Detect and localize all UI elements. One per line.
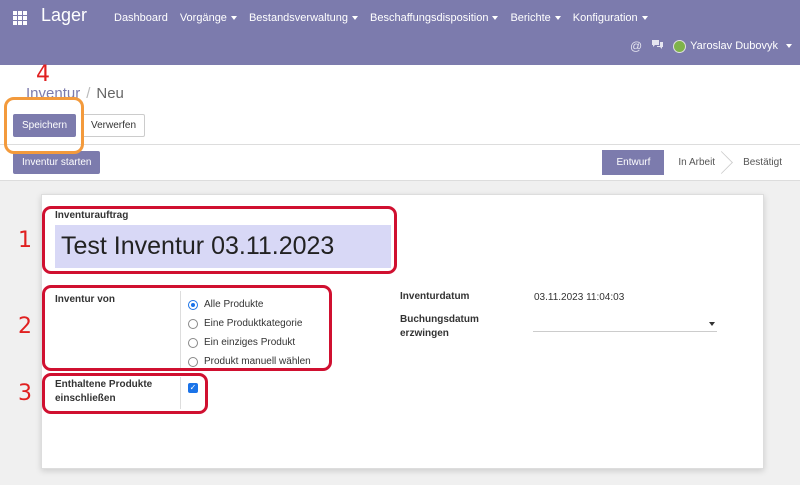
annotation-number-3: 3 [18,381,32,406]
chat-icon[interactable] [651,39,664,53]
menu-item-dashboard[interactable]: Dashboard [114,12,168,24]
chevron-down-icon [709,322,715,326]
annotation-box-3 [42,373,208,414]
status-step-confirmed[interactable]: Bestätigt [729,150,796,175]
menu-item-bestandsverwaltung[interactable]: Bestandsverwaltung [249,12,358,24]
menu-item-label: Bestandsverwaltung [248,12,348,24]
discard-button[interactable]: Verwerfen [82,114,146,137]
status-bar: Inventur starten Entwurf In Arbeit Bestä… [0,145,800,181]
breadcrumb-separator: / [86,85,91,102]
menu-item-label: Konfiguration [572,12,638,24]
menu-item-label: Beschaffungsdisposition [370,12,489,24]
top-navbar: Lager Dashboard Vorgänge Bestandsverwalt… [0,0,800,65]
status-step-label: In Arbeit [678,157,716,168]
menu-item-label: Vorgänge [179,12,227,24]
apps-menu-icon[interactable] [13,11,27,25]
navbar-right: @ Yaroslav Dubovyk [630,39,792,53]
inventory-date-value: 03.11.2023 11:04:03 [534,292,625,303]
avatar [673,39,687,53]
user-menu[interactable]: Yaroslav Dubovyk [673,39,792,53]
breadcrumb-current: Neu [96,85,124,102]
label-line-1: Buchungsdatum [400,314,479,325]
label-line-2: erzwingen [400,328,449,339]
annotation-box-1 [42,206,397,274]
menu-item-beschaffungsdisposition[interactable]: Beschaffungsdisposition [370,12,498,24]
main-menu: Dashboard Vorgänge Bestandsverwaltung Be… [114,12,648,24]
annotation-number-1: 1 [18,228,32,253]
annotation-number-2: 2 [18,314,32,339]
status-steps: Entwurf In Arbeit Bestätigt [602,150,796,175]
status-step-in-progress[interactable]: In Arbeit [664,150,729,175]
inventory-date-label: Inventurdatum [400,291,470,302]
annotation-number-4: 4 [36,62,50,87]
control-panel: Inventur / Neu Speichern Verwerfen [0,65,800,145]
annotation-box-2 [42,285,332,371]
menu-item-label: Berichte [510,12,551,24]
menu-item-konfiguration[interactable]: Konfiguration [573,12,648,24]
accounting-date-label: Buchungsdatum erzwingen [400,313,479,341]
status-step-draft[interactable]: Entwurf [602,150,665,175]
start-inventory-button[interactable]: Inventur starten [13,151,101,174]
user-name: Yaroslav Dubovyk [690,40,778,52]
menu-item-vorgaenge[interactable]: Vorgänge [180,12,237,24]
app-title: Lager [41,5,88,25]
at-icon[interactable]: @ [630,39,642,53]
annotation-box-4 [4,97,84,154]
accounting-date-input[interactable] [533,315,717,332]
menu-item-berichte[interactable]: Berichte [510,12,560,24]
